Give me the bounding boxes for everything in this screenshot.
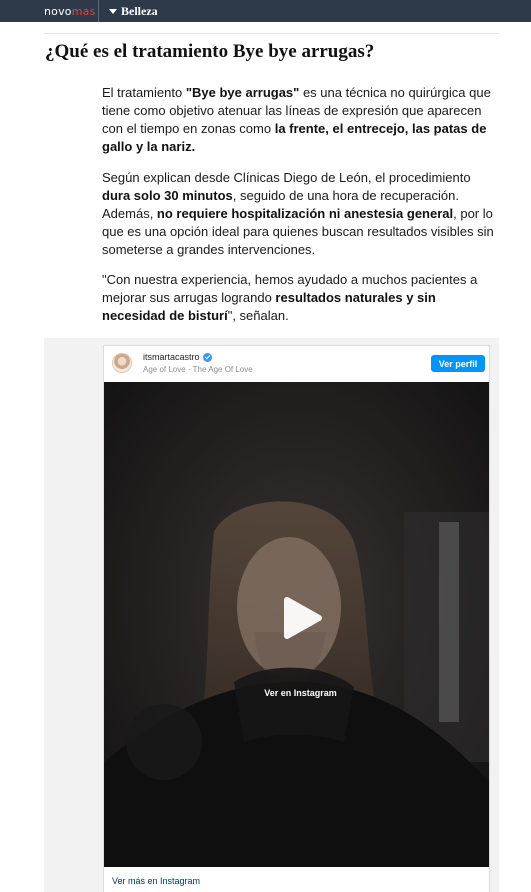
logo-text-accent: mas (71, 4, 96, 18)
paragraph-bold-text: "Bye bye arrugas" (185, 85, 300, 100)
section-label: Belleza (121, 3, 158, 18)
paragraph-bold-text: dura solo 30 minutos (102, 188, 233, 203)
see-more-on-instagram-link[interactable]: Ver más en Instagram (112, 876, 200, 886)
view-profile-button[interactable]: Ver perfil (431, 355, 485, 372)
article-paragraph: "Con nuestra experiencia, hemos ayudado … (102, 271, 500, 325)
logo-text-primary: novo (44, 4, 72, 18)
view-on-instagram-label[interactable]: Ver en Instagram (108, 688, 489, 698)
instagram-username[interactable]: itsmartacastro (143, 352, 212, 362)
article-subheading: ¿Qué es el tratamiento Bye bye arrugas? (45, 41, 375, 62)
section-menu[interactable]: Belleza (109, 4, 158, 19)
paragraph-text: Según explican desde Clínicas Diego de L… (102, 170, 471, 185)
avatar[interactable] (112, 353, 132, 373)
site-logo[interactable]: novo mas (0, 0, 98, 22)
verified-icon (202, 352, 212, 362)
paragraph-bold-text: no requiere hospitalización ni anestesia… (156, 206, 454, 221)
instagram-header: itsmartacastro Age of Love · The Age Of … (104, 346, 489, 382)
play-icon[interactable] (279, 596, 323, 640)
article-paragraph: El tratamiento "Bye bye arrugas" es una … (102, 84, 500, 156)
caret-down-icon (109, 9, 117, 14)
header-divider (98, 0, 99, 22)
paragraph-text: ", señalan. (227, 308, 289, 323)
article-paragraph: Según explican desde Clínicas Diego de L… (102, 169, 500, 259)
title-divider (44, 33, 498, 34)
instagram-embed: itsmartacastro Age of Love · The Age Of … (103, 345, 490, 892)
instagram-audio-line[interactable]: Age of Love · The Age Of Love (143, 365, 253, 374)
site-header: novo mas Belleza (0, 0, 531, 22)
instagram-media[interactable]: Ver en Instagram (104, 382, 489, 867)
paragraph-text: El tratamiento (102, 85, 186, 100)
username-text: itsmartacastro (143, 352, 200, 362)
